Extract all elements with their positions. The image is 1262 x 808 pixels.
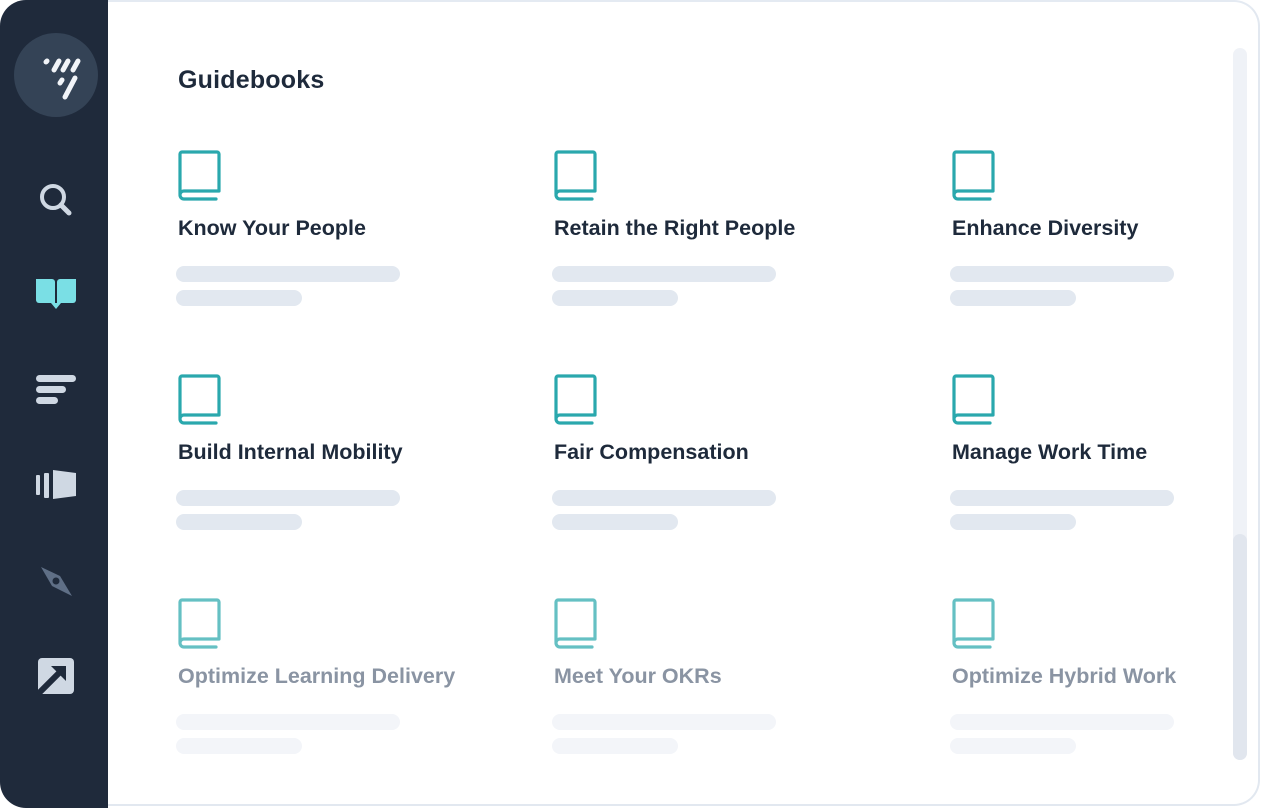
book-icon	[952, 374, 995, 425]
external-link-icon	[35, 658, 74, 697]
sidebar-item-guidebooks[interactable]	[34, 274, 78, 318]
page-title: Guidebooks	[178, 66, 325, 94]
skeleton-line	[950, 290, 1076, 306]
skeleton-line	[552, 714, 776, 730]
open-book-icon	[36, 279, 76, 309]
skeleton-line	[552, 266, 776, 282]
guidebook-title: Optimize Learning Delivery	[178, 664, 456, 688]
sidebar-item-presentations[interactable]	[34, 464, 78, 508]
logo-button[interactable]	[14, 33, 98, 117]
sidebar-item-explore[interactable]	[34, 560, 78, 604]
bars-icon	[36, 375, 76, 404]
main-content: Guidebooks Know Your People Retain the Ri…	[108, 0, 1262, 808]
skeleton-line	[176, 738, 302, 754]
guidebook-title: Know Your People	[178, 216, 366, 240]
compass-icon	[41, 567, 72, 596]
guidebook-title: Manage Work Time	[952, 440, 1148, 464]
guidebook-title: Fair Compensation	[554, 440, 749, 464]
guidebook-title: Enhance Diversity	[952, 216, 1139, 240]
skeleton-line	[176, 714, 400, 730]
skeleton-line	[176, 266, 400, 282]
book-icon	[554, 598, 597, 649]
skeleton-line	[950, 714, 1174, 730]
guidebook-card[interactable]: Retain the Right People	[552, 150, 852, 320]
guidebook-title: Meet Your OKRs	[554, 664, 722, 688]
guidebook-title: Optimize Hybrid Work	[952, 664, 1177, 688]
slides-icon	[36, 470, 76, 499]
sidebar-item-external[interactable]	[34, 654, 78, 698]
scrollbar-thumb[interactable]	[1233, 534, 1247, 760]
guidebook-card[interactable]: Optimize Hybrid Work	[950, 598, 1250, 768]
book-icon	[178, 374, 221, 425]
logo-slashes-icon	[43, 58, 81, 100]
guidebook-card[interactable]: Fair Compensation	[552, 374, 852, 544]
book-icon	[952, 598, 995, 649]
sidebar-item-search[interactable]	[34, 178, 78, 222]
search-icon	[40, 184, 72, 216]
skeleton-line	[950, 514, 1076, 530]
book-icon	[178, 150, 221, 201]
guidebook-title: Retain the Right People	[554, 216, 796, 240]
guidebook-card[interactable]: Optimize Learning Delivery	[176, 598, 476, 768]
skeleton-line	[552, 490, 776, 506]
skeleton-line	[950, 738, 1076, 754]
book-icon	[554, 150, 597, 201]
book-icon	[178, 598, 221, 649]
skeleton-line	[552, 738, 678, 754]
sidebar-item-reports[interactable]	[34, 368, 78, 412]
book-icon	[554, 374, 597, 425]
guidebook-card[interactable]: Build Internal Mobility	[176, 374, 476, 544]
skeleton-line	[552, 290, 678, 306]
book-icon	[952, 150, 995, 201]
skeleton-line	[176, 490, 400, 506]
skeleton-line	[552, 514, 678, 530]
guidebook-card[interactable]: Know Your People	[176, 150, 476, 320]
skeleton-line	[950, 266, 1174, 282]
skeleton-line	[950, 490, 1174, 506]
skeleton-line	[176, 290, 302, 306]
sidebar	[0, 0, 108, 808]
guidebook-card[interactable]: Enhance Diversity	[950, 150, 1250, 320]
guidebook-card[interactable]: Manage Work Time	[950, 374, 1250, 544]
guidebook-title: Build Internal Mobility	[178, 440, 403, 464]
guidebook-card[interactable]: Meet Your OKRs	[552, 598, 852, 768]
skeleton-line	[176, 514, 302, 530]
